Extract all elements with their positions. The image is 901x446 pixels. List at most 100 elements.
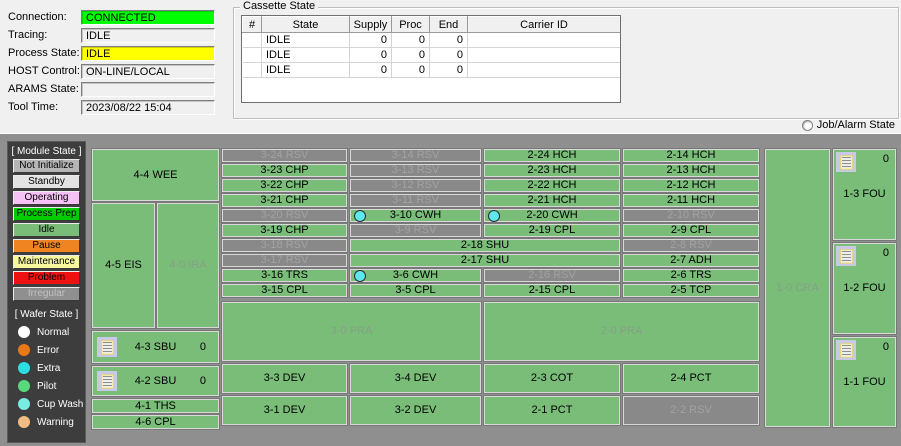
module-label: 3-14 RSV [392,150,440,161]
module-2-17-shu[interactable]: 2-17 SHU [350,254,620,267]
module-2-0-pra[interactable]: 2-0 PRA [484,302,759,361]
module-3-20-rsv[interactable]: 3-20 RSV [222,209,347,222]
legend-wafer-label: Normal [37,327,69,338]
module-label: 3-16 TRS [261,270,308,281]
cell-num [243,48,262,63]
module-label: 3-13 RSV [392,165,440,176]
module-4-0-ira[interactable]: 4-0 IRA [157,203,219,328]
module-3-21-chp[interactable]: 3-21 CHP [222,194,347,207]
module-1-1-fou[interactable]: 01-1 FOU [833,337,896,427]
module-3-19-chp[interactable]: 3-19 CHP [222,224,347,237]
module-3-10-cwh[interactable]: 3-10 CWH [350,209,481,222]
module-4-2-sbu[interactable]: 4-2 SBU0 [92,366,219,396]
col-header-supply: Supply [350,17,392,33]
connection-label: Connection: [8,10,82,25]
module-2-15-cpl[interactable]: 2-15 CPL [484,284,620,297]
module-3-15-cpl[interactable]: 3-15 CPL [222,284,347,297]
module-label: 3-18 RSV [261,240,309,251]
legend-wafer-label: Error [37,345,59,356]
cell-supply: 0 [350,33,392,48]
module-3-16-trs[interactable]: 3-16 TRS [222,269,347,282]
module-2-1-pct[interactable]: 2-1 PCT [484,396,620,425]
legend-wafer-label: Pilot [37,381,56,392]
cell-state: IDLE [262,33,350,48]
module-1-2-fou[interactable]: 01-2 FOU [833,243,896,334]
arams-state-field [81,82,215,97]
module-3-6-cwh[interactable]: 3-6 CWH [350,269,481,282]
cell-carrier [468,33,621,48]
module-4-6-cpl[interactable]: 4-6 CPL [92,415,219,429]
module-2-11-hch[interactable]: 2-11 HCH [623,194,759,207]
module-2-21-hch[interactable]: 2-21 HCH [484,194,620,207]
legend-wafer-error: Error [18,344,85,356]
module-2-13-hch[interactable]: 2-13 HCH [623,164,759,177]
module-2-7-adh[interactable]: 2-7 ADH [623,254,759,267]
module-2-16-rsv[interactable]: 2-16 RSV [484,269,620,282]
cell-proc: 0 [392,63,430,78]
radio-circle-icon[interactable] [802,120,813,131]
module-2-3-cot[interactable]: 2-3 COT [484,364,620,393]
module-2-24-hch[interactable]: 2-24 HCH [484,149,620,162]
module-2-12-hch[interactable]: 2-12 HCH [623,179,759,192]
module-3-1-dev[interactable]: 3-1 DEV [222,396,347,425]
legend-irregular: Irregular [13,287,80,301]
module-label: 2-10 RSV [667,210,715,221]
module-2-4-pct[interactable]: 2-4 PCT [623,364,759,393]
module-3-23-chp[interactable]: 3-23 CHP [222,164,347,177]
wafer-count: 0 [883,247,889,259]
module-2-10-rsv[interactable]: 2-10 RSV [623,209,759,222]
module-3-2-dev[interactable]: 3-2 DEV [350,396,481,425]
module-2-6-trs[interactable]: 2-6 TRS [623,269,759,282]
module-3-17-rsv[interactable]: 3-17 RSV [222,254,347,267]
module-3-13-rsv[interactable]: 3-13 RSV [350,164,481,177]
module-3-3-dev[interactable]: 3-3 DEV [222,364,347,393]
module-3-14-rsv[interactable]: 3-14 RSV [350,149,481,162]
module-label: 2-18 SHU [461,240,509,251]
module-3-18-rsv[interactable]: 3-18 RSV [222,239,347,252]
legend-wafer-warning: Warning [18,416,85,428]
module-1-0-cra[interactable]: 1-0 CRA [765,149,830,427]
module-2-23-hch[interactable]: 2-23 HCH [484,164,620,177]
module-label: 2-2 RSV [670,405,712,416]
module-2-14-hch[interactable]: 2-14 HCH [623,149,759,162]
module-3-9-rsv[interactable]: 3-9 RSV [350,224,481,237]
module-2-5-tcp[interactable]: 2-5 TCP [623,284,759,297]
legend-maintenance: Maintenance [13,255,80,269]
module-3-4-dev[interactable]: 3-4 DEV [350,364,481,393]
module-3-22-chp[interactable]: 3-22 CHP [222,179,347,192]
wafer-count: 0 [200,375,206,387]
job-alarm-state-label: Job/Alarm State [817,119,895,131]
module-3-12-rsv[interactable]: 3-12 RSV [350,179,481,192]
module-label: 2-24 HCH [528,150,577,161]
table-row[interactable]: IDLE 0 0 0 [243,33,621,48]
module-2-2-rsv[interactable]: 2-2 RSV [623,396,759,425]
module-label: 2-12 HCH [667,180,716,191]
module-4-3-sbu[interactable]: 4-3 SBU0 [92,331,219,363]
module-3-24-rsv[interactable]: 3-24 RSV [222,149,347,162]
module-label: 3-22 CHP [260,180,308,191]
module-4-4-wee[interactable]: 4-4 WEE [92,149,219,201]
module-4-5-eis[interactable]: 4-5 EIS [92,203,155,328]
module-2-9-cpl[interactable]: 2-9 CPL [623,224,759,237]
table-row[interactable]: IDLE 0 0 0 [243,48,621,63]
host-control-field: ON-LINE/LOCAL [81,64,215,79]
module-1-3-fou[interactable]: 01-3 FOU [833,149,896,240]
module-label: 4-1 THS [135,401,176,412]
module-2-18-shu[interactable]: 2-18 SHU [350,239,620,252]
job-alarm-state-radio[interactable]: Job/Alarm State [802,119,895,131]
module-4-1-ths[interactable]: 4-1 THS [92,399,219,413]
module-2-8-rsv[interactable]: 2-8 RSV [623,239,759,252]
module-3-0-pra[interactable]: 3-0 PRA [222,302,481,361]
legend-wafer-label: Cup Wash [37,399,83,410]
module-2-20-cwh[interactable]: 2-20 CWH [484,209,620,222]
module-2-22-hch[interactable]: 2-22 HCH [484,179,620,192]
module-3-11-rsv[interactable]: 3-11 RSV [350,194,481,207]
module-label: 3-3 DEV [264,373,306,384]
legend-wafer-label: Extra [37,363,60,374]
module-3-5-cpl[interactable]: 3-5 CPL [350,284,481,297]
col-header-end: End [430,17,468,33]
module-2-19-cpl[interactable]: 2-19 CPL [484,224,620,237]
cup-wash-wafer-icon [354,210,366,222]
host-control-label: HOST Control: [8,64,82,79]
table-row[interactable]: IDLE 0 0 0 [243,63,621,78]
